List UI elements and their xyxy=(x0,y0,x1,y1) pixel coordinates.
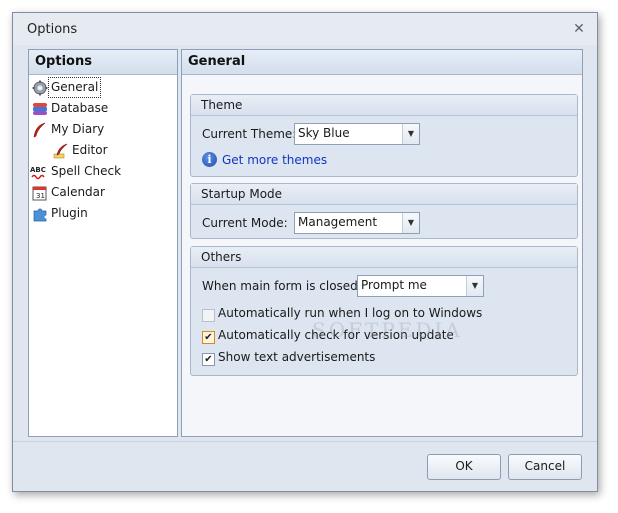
sidebar-item-label: My Diary xyxy=(51,122,105,136)
main-form-closed-select[interactable]: Prompt me ▼ xyxy=(357,275,484,297)
sidebar-item-general[interactable]: General xyxy=(29,77,177,98)
chevron-down-icon[interactable]: ▼ xyxy=(466,276,483,296)
sidebar-item-label: Calendar xyxy=(51,185,105,199)
general-panel: General Theme Current Theme: Sky Blue ▼ … xyxy=(181,49,583,437)
sidebar-item-label: Plugin xyxy=(51,206,88,220)
spell-check-icon: ABC xyxy=(30,164,46,180)
theme-group: Theme Current Theme: Sky Blue ▼ i Get mo… xyxy=(190,94,578,177)
sidebar-item-database[interactable]: Database xyxy=(29,98,177,119)
autorun-checkbox[interactable] xyxy=(202,309,215,322)
sidebar-item-my-diary[interactable]: My Diary xyxy=(29,119,177,140)
chevron-down-icon[interactable]: ▼ xyxy=(402,213,419,233)
options-dialog: Options ✕ Options General Database My Di… xyxy=(12,12,598,492)
info-icon: i xyxy=(202,152,217,167)
sidebar-item-label: Editor xyxy=(72,143,108,157)
check-update-checkbox[interactable]: ✔ xyxy=(202,331,215,344)
options-tree: General Database My Diary Editor ABC Spe… xyxy=(29,75,177,224)
others-group: Others When main form is closed: Prompt … xyxy=(190,246,578,376)
editor-quill-icon xyxy=(53,143,69,159)
sidebar-item-label: Spell Check xyxy=(51,164,122,178)
sidebar-item-editor[interactable]: Editor xyxy=(29,140,177,161)
watermark: SOFTPEDIA xyxy=(312,318,463,342)
theme-select-value: Sky Blue xyxy=(298,126,350,140)
database-icon xyxy=(32,101,48,117)
startup-mode-value: Management xyxy=(298,215,378,229)
svg-text:ABC: ABC xyxy=(30,166,46,174)
chevron-down-icon[interactable]: ▼ xyxy=(402,124,419,144)
current-theme-label: Current Theme: xyxy=(202,127,297,141)
footer-divider xyxy=(13,441,597,442)
svg-text:31: 31 xyxy=(36,192,45,200)
window-title: Options xyxy=(27,22,78,37)
others-group-title: Others xyxy=(191,247,577,268)
sidebar-item-calendar[interactable]: 31 Calendar xyxy=(29,182,177,203)
cancel-button[interactable]: Cancel xyxy=(508,454,582,480)
gear-icon xyxy=(32,80,48,96)
ok-button[interactable]: OK xyxy=(427,454,501,480)
sidebar-title: Options xyxy=(29,50,177,75)
sidebar-item-spell-check[interactable]: ABC Spell Check xyxy=(29,161,177,182)
current-mode-label: Current Mode: xyxy=(202,216,288,230)
diary-quill-icon xyxy=(32,122,48,138)
sidebar-item-plugin[interactable]: Plugin xyxy=(29,203,177,224)
theme-group-title: Theme xyxy=(191,95,577,116)
startup-group-title: Startup Mode xyxy=(191,184,577,205)
calendar-icon: 31 xyxy=(32,185,48,201)
show-ads-checkbox[interactable]: ✔ xyxy=(202,353,215,366)
main-form-closed-value: Prompt me xyxy=(361,278,427,292)
theme-select[interactable]: Sky Blue ▼ xyxy=(294,123,420,145)
get-more-themes-link[interactable]: Get more themes xyxy=(222,153,327,167)
plugin-icon xyxy=(32,206,48,222)
main-form-closed-label: When main form is closed: xyxy=(202,279,362,293)
close-icon[interactable]: ✕ xyxy=(571,21,587,37)
startup-mode-group: Startup Mode Current Mode: Management ▼ xyxy=(190,183,578,239)
sidebar-item-label: General xyxy=(48,77,102,98)
sidebar-panel: Options General Database My Diary Editor… xyxy=(28,49,178,437)
title-bar[interactable]: Options ✕ xyxy=(13,13,597,45)
panel-title: General xyxy=(182,50,582,75)
startup-mode-select[interactable]: Management ▼ xyxy=(294,212,420,234)
show-ads-label[interactable]: Show text advertisements xyxy=(218,350,375,364)
sidebar-item-label: Database xyxy=(51,101,109,115)
